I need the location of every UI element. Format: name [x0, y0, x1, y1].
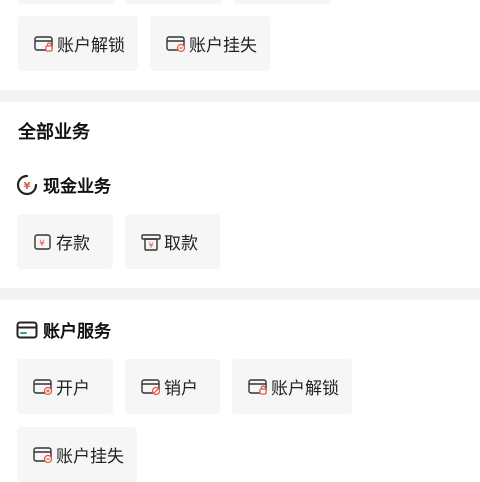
tile-label: 取款: [164, 234, 198, 253]
deposit-tile[interactable]: ¥ 存款: [17, 214, 113, 269]
open-account-tile[interactable]: 开户: [17, 359, 113, 414]
tile-label: 销户: [164, 379, 198, 398]
withdraw-icon: ¥: [141, 233, 161, 251]
tile-label: 存款: [56, 234, 90, 253]
tile-label: 账户挂失: [56, 447, 124, 466]
top-loss-tile[interactable]: 账户挂失: [150, 16, 270, 71]
svg-text:¥: ¥: [24, 181, 31, 192]
category-cash: ¥ 现金业务: [16, 172, 111, 197]
withdraw-tile[interactable]: ¥ 取款: [125, 214, 220, 269]
tile-label: 账户解锁: [271, 379, 339, 398]
card-loss-icon: [33, 446, 53, 464]
section-divider: [0, 288, 480, 300]
top-unlock-tile[interactable]: 账户解锁: [18, 16, 138, 71]
card-close-icon: [141, 378, 161, 396]
partial-tile-middle[interactable]: [126, 0, 222, 4]
yuan-circle-icon: ¥: [16, 174, 38, 196]
report-loss-tile[interactable]: 账户挂失: [17, 427, 137, 482]
category-title-label: 账户服务: [43, 322, 111, 341]
tile-label: 账户解锁: [57, 36, 125, 55]
tile-label: 账户挂失: [189, 36, 257, 55]
tile-label: 开户: [56, 379, 90, 398]
card-unlock-icon: [248, 378, 268, 396]
svg-text:¥: ¥: [148, 241, 153, 250]
section-divider: [0, 90, 480, 102]
deposit-icon: ¥: [33, 233, 53, 251]
card-open-icon: [33, 378, 53, 396]
section-title-all-services: 全部业务: [18, 122, 90, 142]
unlock-account-tile[interactable]: 账户解锁: [232, 359, 352, 414]
card-loss-icon: [166, 35, 186, 53]
svg-text:¥: ¥: [39, 239, 45, 249]
close-account-tile[interactable]: 销户: [125, 359, 220, 414]
card-icon: [16, 319, 38, 341]
category-title-label: 现金业务: [43, 177, 111, 196]
partial-tile-left[interactable]: [18, 0, 114, 4]
category-account: 账户服务: [16, 317, 111, 342]
partial-tile-right[interactable]: [234, 0, 330, 4]
card-unlock-icon: [34, 35, 54, 53]
